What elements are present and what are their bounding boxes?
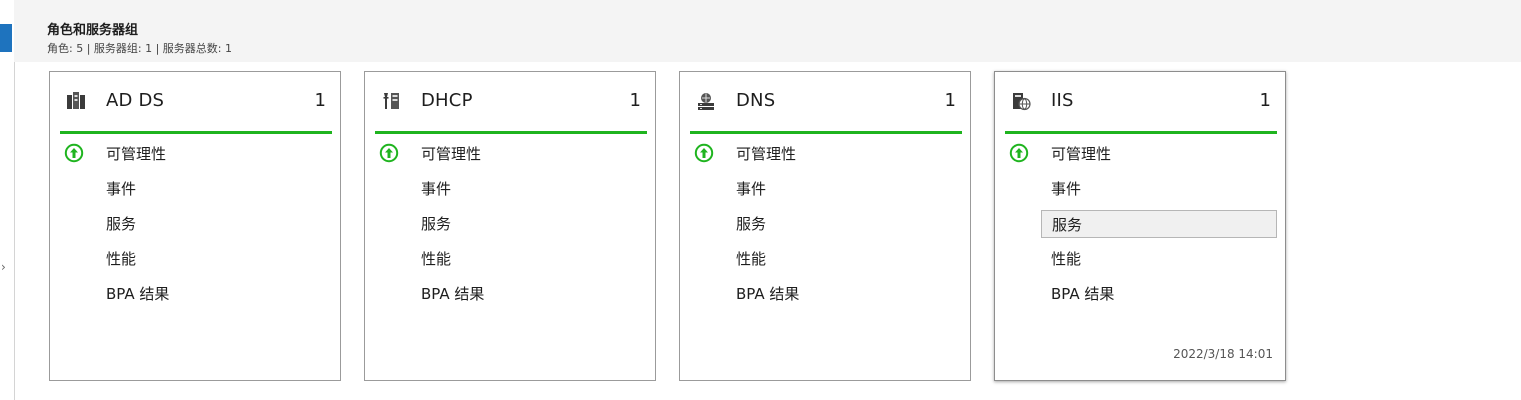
tile-title[interactable]: IIS [1051,90,1074,111]
nav-selection-indicator [0,24,12,52]
tile-header[interactable]: IIS 1 [1005,89,1277,119]
ad-ds-icon [67,92,85,109]
status-ok-icon [694,143,714,163]
tile-timestamp: 2022/3/18 14:01 [1173,347,1273,361]
status-bar [690,131,962,134]
role-tile-ad-ds[interactable]: AD DS 1 可管理性 事件 服务 性能 BPA 结果 [49,71,341,381]
tile-item-events[interactable]: 事件 [726,175,962,203]
tile-title[interactable]: AD DS [106,90,164,111]
tile-item-services[interactable]: 服务 [1041,210,1277,238]
tile-item-manageability[interactable]: 可管理性 [1041,140,1277,168]
tile-item-services[interactable]: 服务 [411,210,647,238]
dns-icon [698,93,714,110]
section-summary: 角色: 5 | 服务器组: 1 | 服务器总数: 1 [47,42,233,55]
tile-item-performance[interactable]: 性能 [96,245,332,273]
tile-count[interactable]: 1 [315,90,326,111]
status-bar [1005,131,1277,134]
dhcp-icon [383,93,399,109]
tile-item-events[interactable]: 事件 [96,175,332,203]
tile-item-manageability[interactable]: 可管理性 [411,140,647,168]
tile-item-bpa-results[interactable]: BPA 结果 [726,280,962,308]
tile-item-manageability[interactable]: 可管理性 [726,140,962,168]
tile-item-services[interactable]: 服务 [726,210,962,238]
iis-icon [1013,93,1031,111]
left-nav-rail: › [0,0,15,400]
tile-item-bpa-results[interactable]: BPA 结果 [1041,280,1277,308]
role-tile-dhcp[interactable]: DHCP 1 可管理性 事件 服务 性能 BPA 结果 [364,71,656,381]
roles-header: 角色和服务器组 角色: 5 | 服务器组: 1 | 服务器总数: 1 [14,0,1521,62]
tile-header[interactable]: DHCP 1 [375,89,647,119]
tile-item-manageability[interactable]: 可管理性 [96,140,332,168]
tile-item-events[interactable]: 事件 [411,175,647,203]
tile-item-performance[interactable]: 性能 [1041,245,1277,273]
chevron-right-icon[interactable]: › [1,261,6,273]
tile-count[interactable]: 1 [1260,90,1271,111]
status-ok-icon [64,143,84,163]
tile-header[interactable]: DNS 1 [690,89,962,119]
tile-item-performance[interactable]: 性能 [726,245,962,273]
tile-item-events[interactable]: 事件 [1041,175,1277,203]
status-bar [60,131,332,134]
status-bar [375,131,647,134]
tile-count[interactable]: 1 [630,90,641,111]
tile-item-bpa-results[interactable]: BPA 结果 [96,280,332,308]
tile-item-services[interactable]: 服务 [96,210,332,238]
tile-count[interactable]: 1 [945,90,956,111]
role-tile-iis[interactable]: IIS 1 可管理性 事件 服务 性能 BPA 结果 2022/3/18 14:… [994,71,1286,381]
section-title: 角色和服务器组 [47,23,139,38]
status-ok-icon [1009,143,1029,163]
tile-title[interactable]: DNS [736,90,775,111]
role-tile-dns[interactable]: DNS 1 可管理性 事件 服务 性能 BPA 结果 [679,71,971,381]
tile-item-performance[interactable]: 性能 [411,245,647,273]
tile-header[interactable]: AD DS 1 [60,89,332,119]
status-ok-icon [379,143,399,163]
tile-item-bpa-results[interactable]: BPA 结果 [411,280,647,308]
tile-title[interactable]: DHCP [421,90,473,111]
